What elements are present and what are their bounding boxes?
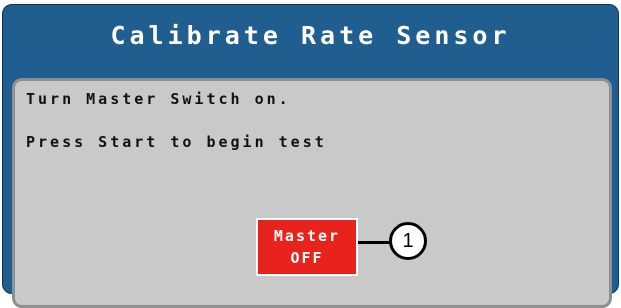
master-button-state: OFF — [290, 249, 324, 267]
callout-number: 1 — [389, 222, 427, 260]
instruction-turn-on: Turn Master Switch on. — [26, 90, 291, 108]
instruction-press-start: Press Start to begin test — [26, 133, 327, 151]
master-button-label: Master — [273, 227, 341, 245]
window-title: Calibrate Rate Sensor — [110, 21, 511, 50]
callout-leader-line — [358, 241, 390, 244]
master-switch-button[interactable]: Master OFF — [256, 218, 358, 276]
